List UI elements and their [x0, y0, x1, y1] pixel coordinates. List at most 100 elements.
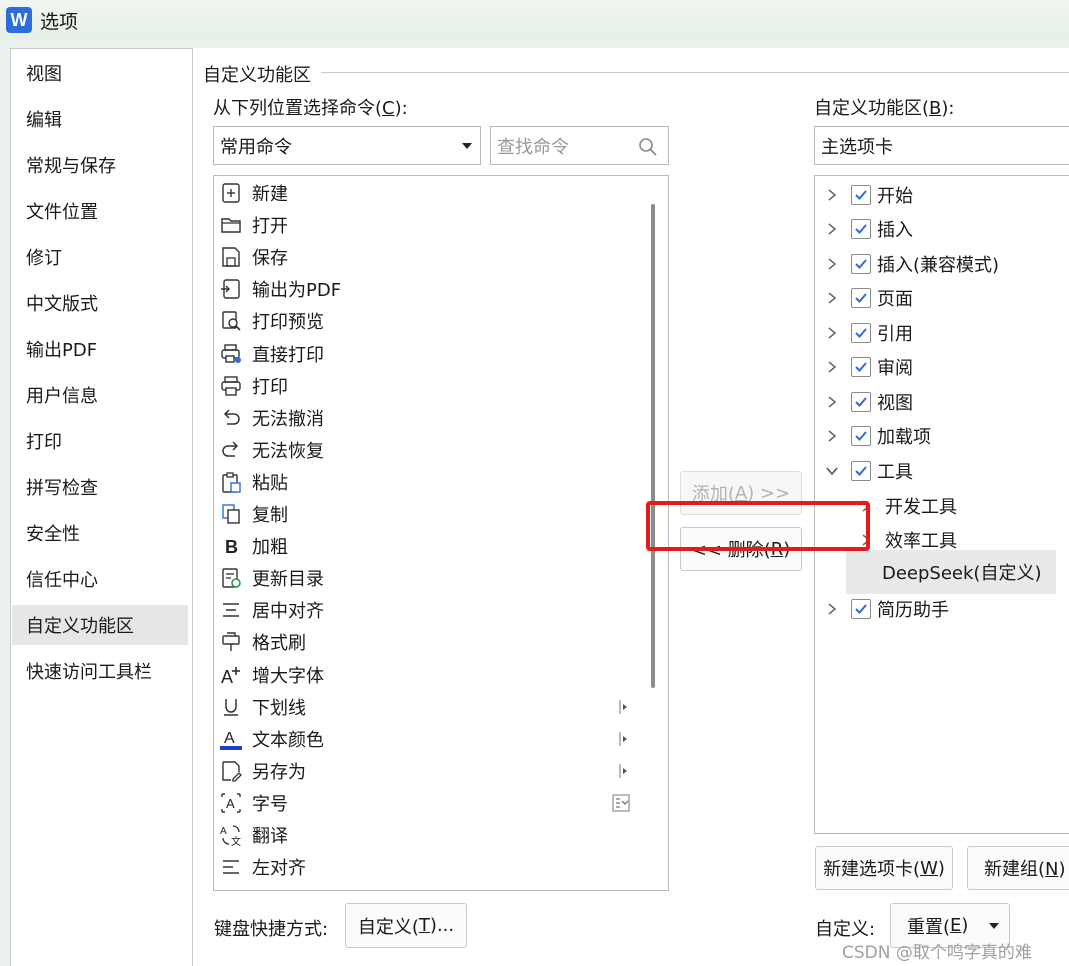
nav-item[interactable]: 自定义功能区 — [12, 605, 188, 645]
nav-item[interactable]: 常规与保存 — [12, 145, 188, 185]
ribbon-tabs-select[interactable]: 主选项卡 — [814, 126, 1069, 165]
command-label: 无法撤消 — [252, 408, 324, 430]
command-item[interactable]: 保存 — [218, 241, 638, 273]
access-key: C — [382, 98, 395, 119]
command-label: 打印预览 — [252, 312, 324, 334]
customize-ribbon-label: 自定义功能区(B): — [814, 94, 954, 120]
chevron-down-icon[interactable] — [825, 464, 839, 478]
tab-checkbox[interactable] — [851, 599, 871, 619]
tab-checkbox[interactable] — [851, 288, 871, 308]
tree-item-label: 开发工具 — [885, 497, 957, 518]
add-button[interactable]: 添加(A) >> — [680, 471, 802, 515]
new-tab-button[interactable]: 新建选项卡(W) — [815, 846, 953, 890]
tree-item[interactable]: 引用 — [825, 316, 913, 350]
nav-item[interactable]: 信任中心 — [12, 559, 188, 599]
tab-checkbox[interactable] — [851, 219, 871, 239]
command-item[interactable]: B 加粗 — [218, 530, 638, 562]
tree-item[interactable]: 视图 — [825, 385, 913, 419]
button-text: 新建组( — [984, 859, 1046, 880]
command-item[interactable]: 粘贴 — [218, 466, 638, 498]
tab-checkbox[interactable] — [851, 461, 871, 481]
chevron-right-icon[interactable] — [859, 499, 873, 513]
tab-checkbox[interactable] — [851, 392, 871, 412]
customize-shortcut-button[interactable]: 自定义(T)... — [345, 903, 467, 948]
chevron-right-icon[interactable] — [859, 533, 873, 547]
nav-item[interactable]: 用户信息 — [12, 375, 188, 415]
chevron-right-icon[interactable] — [825, 602, 839, 616]
command-item[interactable]: 复制 — [218, 498, 638, 530]
command-item[interactable]: 直接打印 — [218, 338, 638, 370]
tree-item[interactable]: 审阅 — [825, 350, 913, 384]
command-item[interactable]: 左对齐 — [218, 851, 638, 883]
label-text: ): — [941, 98, 955, 119]
tree-item[interactable]: 开发工具 — [859, 489, 957, 523]
chevron-right-icon[interactable] — [825, 326, 839, 340]
tree-item[interactable]: 插入 — [825, 212, 913, 246]
submenu-arrow-icon — [618, 731, 630, 747]
command-item[interactable]: A 文翻译 — [218, 819, 638, 851]
command-item[interactable]: 格式刷 — [218, 626, 638, 658]
tree-item[interactable]: 简历助手 — [825, 592, 949, 626]
chevron-right-icon[interactable] — [825, 395, 839, 409]
tree-item[interactable]: 工具 — [825, 454, 913, 488]
command-item[interactable]: 打开 — [218, 209, 638, 241]
command-item[interactable]: 居中对齐 — [218, 594, 638, 626]
tree-item-label: 审阅 — [877, 358, 913, 379]
nav-item[interactable]: 快速访问工具栏 — [12, 651, 188, 691]
direct-print-icon — [218, 341, 244, 367]
chevron-right-icon[interactable] — [825, 257, 839, 271]
tree-item[interactable]: 插入(兼容模式) — [825, 247, 999, 281]
command-item[interactable]: 新建 — [218, 177, 638, 209]
command-list[interactable]: 新建 打开保存输出为PDF 打印预览直接打印 打印无法撤消无法恢复 粘贴 复制 B 加粗 更新目… — [213, 175, 669, 891]
tree-item[interactable]: 开始 — [825, 178, 913, 212]
command-item[interactable]: 打印 — [218, 370, 638, 402]
command-item[interactable]: A 增大字体 — [218, 659, 638, 691]
command-item[interactable]: 无法撤消 — [218, 402, 638, 434]
tree-item[interactable]: 加载项 — [825, 419, 931, 453]
command-item[interactable]: 无法恢复 — [218, 434, 638, 466]
command-source-select[interactable]: 常用命令 — [213, 126, 481, 165]
nav-item[interactable]: 文件位置 — [12, 191, 188, 231]
nav-item[interactable]: 编辑 — [12, 99, 188, 139]
command-item[interactable]: 下划线 — [218, 691, 638, 723]
nav-item[interactable]: 输出PDF — [12, 329, 188, 369]
command-item[interactable]: A 字号 — [218, 787, 638, 819]
nav-item[interactable]: 拼写检查 — [12, 467, 188, 507]
chevron-right-icon[interactable] — [825, 188, 839, 202]
chevron-right-icon[interactable] — [825, 429, 839, 443]
search-commands-input[interactable]: 查找命令 — [490, 126, 669, 165]
tab-checkbox[interactable] — [851, 254, 871, 274]
dropdown-caret-icon — [989, 923, 999, 929]
nav-item[interactable]: 修订 — [12, 237, 188, 277]
remove-button[interactable]: << 删除(R) — [680, 527, 802, 571]
tree-item[interactable]: DeepSeek(自定义) — [846, 550, 1056, 594]
new-group-button[interactable]: 新建组(N) — [967, 846, 1069, 890]
nav-item[interactable]: 打印 — [12, 421, 188, 461]
command-item[interactable]: 输出为PDF — [218, 273, 638, 305]
command-item[interactable]: 更新目录 — [218, 562, 638, 594]
ribbon-tree[interactable]: 开始 插入 插入(兼容模式) 页面 引用 审阅 视图 加载项 工具 开发工具 效率工具 DeepSee… — [814, 175, 1069, 834]
command-label: 保存 — [252, 248, 288, 270]
tab-checkbox[interactable] — [851, 357, 871, 377]
command-item[interactable]: 另存为 — [218, 755, 638, 787]
scrollbar-thumb[interactable] — [651, 204, 655, 688]
command-item[interactable]: 打印预览 — [218, 305, 638, 337]
command-item[interactable]: A 文本颜色 — [218, 723, 638, 755]
customize-ribbon-panel: 自定义功能区 从下列位置选择命令(C): 常用命令 查找命令 新建 打开 保存 输出为… — [193, 48, 1069, 966]
tab-checkbox[interactable] — [851, 185, 871, 205]
command-label: 左对齐 — [252, 858, 306, 880]
save-as-icon — [218, 758, 244, 784]
chevron-right-icon[interactable] — [825, 360, 839, 374]
button-text: ) — [1058, 859, 1066, 880]
underline-icon — [218, 694, 244, 720]
nav-item[interactable]: 安全性 — [12, 513, 188, 553]
nav-item[interactable]: 中文版式 — [12, 283, 188, 323]
tree-item-label: 工具 — [877, 462, 913, 483]
tree-item[interactable]: 页面 — [825, 281, 913, 315]
search-placeholder: 查找命令 — [497, 136, 569, 158]
chevron-right-icon[interactable] — [825, 291, 839, 305]
tab-checkbox[interactable] — [851, 426, 871, 446]
nav-item[interactable]: 视图 — [12, 53, 188, 93]
tab-checkbox[interactable] — [851, 323, 871, 343]
chevron-right-icon[interactable] — [825, 222, 839, 236]
